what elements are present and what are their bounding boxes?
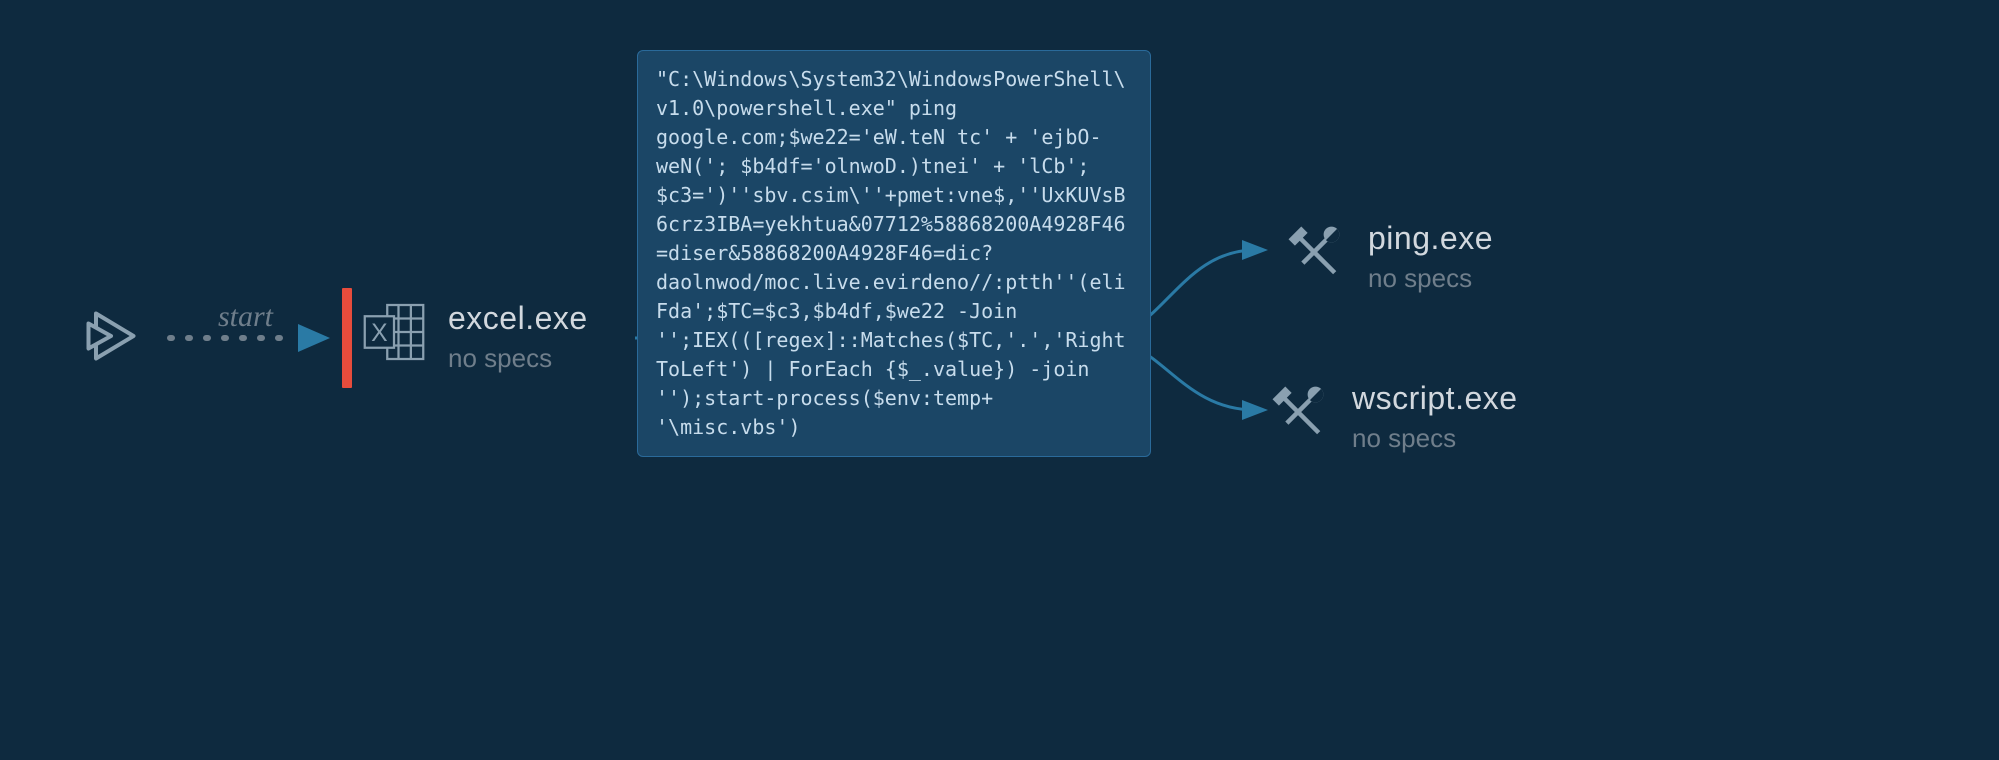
node-subtitle: no specs bbox=[1352, 423, 1518, 454]
svg-text:X: X bbox=[371, 320, 388, 347]
play-icon bbox=[75, 300, 147, 372]
edge-label-start: start bbox=[218, 300, 273, 334]
node-ping[interactable]: ping.exe no specs bbox=[1278, 216, 1493, 294]
start-node[interactable] bbox=[75, 300, 147, 372]
node-title: ping.exe bbox=[1368, 220, 1493, 257]
tools-icon bbox=[1262, 376, 1334, 448]
node-subtitle: no specs bbox=[448, 343, 588, 374]
node-subtitle: no specs bbox=[1368, 263, 1493, 294]
node-wscript[interactable]: wscript.exe no specs bbox=[1262, 376, 1518, 454]
tools-icon bbox=[1278, 216, 1350, 288]
node-excel[interactable]: X excel.exe no specs bbox=[358, 296, 588, 374]
excel-icon: X bbox=[358, 296, 430, 368]
command-detail-tooltip: "C:\Windows\System32\WindowsPowerShell\v… bbox=[637, 50, 1151, 457]
node-title: excel.exe bbox=[448, 300, 588, 337]
severity-bar-excel bbox=[342, 288, 352, 388]
node-title: wscript.exe bbox=[1352, 380, 1518, 417]
